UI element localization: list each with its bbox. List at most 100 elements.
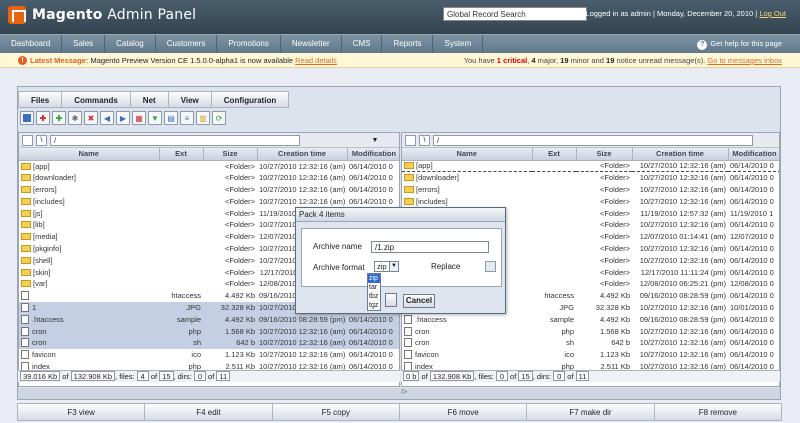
table-row[interactable]: cron php 1.568 Kb 10/27/2010 12:32:16 (am) 0… (402, 325, 779, 337)
file-size-cell: 1.123 Kb (599, 350, 630, 360)
root-dir-button[interactable] (22, 134, 33, 146)
parent-dir-button[interactable]: \ (36, 134, 47, 146)
f3-view-button[interactable]: F3 view (17, 403, 146, 421)
left-path-input[interactable]: / (50, 134, 300, 146)
table-row[interactable]: cron sh 642 b 10/27/2010 12:32:16 (am) 06/14… (19, 336, 399, 349)
parent-dir-button[interactable]: \ (419, 134, 430, 146)
archive-name-input[interactable]: /1.zip (371, 241, 489, 253)
file-size-cell: <Folder> (224, 184, 255, 194)
table-row[interactable]: [downloader] <Folder> 10/27/2010 12:32:16 … (19, 172, 399, 184)
f5-copy-button[interactable]: F5 copy (271, 403, 400, 421)
nav-sales[interactable]: Sales (62, 35, 106, 53)
left-path-dropdown-icon[interactable]: ▼ (369, 135, 381, 146)
menu-configuration[interactable]: Configuration (210, 91, 290, 108)
format-option-tbz[interactable]: tbz (368, 292, 380, 301)
forward-icon[interactable]: ▶ (116, 111, 130, 125)
f7-make-dir-button[interactable]: F7 make dir (526, 403, 655, 421)
file-name: [media] (33, 232, 58, 242)
format-option-zip[interactable]: zip (368, 274, 380, 283)
col-ext[interactable]: Ext (159, 148, 204, 161)
file-size-cell: <Folder> (224, 267, 255, 277)
messages-inbox-link[interactable]: Go to messages inbox (707, 56, 782, 65)
nav-promotions[interactable]: Promotions (217, 35, 281, 53)
archive-icon[interactable]: ▤ (164, 111, 178, 125)
creation-time-cell: 12/07/2010 01:14:41 (am) (639, 232, 726, 242)
menu-view[interactable]: View (167, 91, 212, 108)
right-total-files: 15 (518, 371, 533, 381)
back-icon[interactable]: ◀ (100, 111, 114, 125)
table-row[interactable]: [errors] <Folder> 10/27/2010 12:32:16 (am)… (19, 184, 399, 196)
nav-catalog[interactable]: Catalog (105, 35, 156, 53)
menu-files[interactable]: Files (18, 91, 63, 108)
col-creation-time[interactable]: Creation time (257, 148, 348, 161)
col-name[interactable]: Name (19, 148, 160, 161)
root-dir-button[interactable] (405, 134, 416, 146)
list-view-icon[interactable]: ≡ (180, 111, 194, 125)
file-icon (404, 314, 412, 324)
f6-move-button[interactable]: F6 move (398, 403, 528, 421)
creation-time-cell: 10/27/2010 12:32:16 (am) (639, 220, 726, 230)
creation-time-cell: 10/27/2010 12:32:16 (am) (639, 173, 726, 183)
table-row[interactable]: [includes] <Folder> 10/27/2010 12:32:16 (a… (402, 195, 779, 207)
archive-format-select[interactable]: zip ▼ (374, 261, 399, 272)
dialog-title[interactable]: Pack 4 items (296, 208, 505, 222)
ok-button[interactable] (385, 293, 397, 307)
edit-icon[interactable]: ✚ (36, 111, 50, 125)
nav-system[interactable]: System (433, 35, 484, 53)
cancel-button[interactable]: Cancel (403, 294, 435, 308)
settings-icon[interactable]: ✱ (68, 111, 82, 125)
right-path-input[interactable]: / (433, 134, 753, 146)
command-line[interactable] (18, 388, 780, 399)
help-link[interactable]: ? Get help for this page (697, 39, 782, 50)
format-option-tar[interactable]: tar (368, 283, 380, 292)
col-modification[interactable]: Modification (347, 148, 399, 161)
table-row[interactable]: cron php 1.568 Kb 10/27/2010 12:32:16 (am) 0… (19, 325, 399, 337)
delete-icon[interactable]: ✖ (84, 111, 98, 125)
nav-newsletter[interactable]: Newsletter (281, 35, 342, 53)
file-name: [var] (33, 279, 48, 289)
col-name[interactable]: Name (402, 148, 533, 161)
nav-customers[interactable]: Customers (156, 35, 218, 53)
copy-icon[interactable]: ✚ (52, 111, 66, 125)
file-icon (21, 302, 29, 312)
menu-commands[interactable]: Commands (61, 91, 131, 108)
f8-remove-button[interactable]: F8 remove (653, 403, 782, 421)
table-row[interactable]: [includes] <Folder> 10/27/2010 12:32:16 (a… (19, 195, 399, 207)
table-row[interactable]: favicon ico 1.123 Kb 10/27/2010 12:32:16 (a… (19, 349, 399, 361)
download-icon[interactable]: ▼ (148, 111, 162, 125)
refresh-icon[interactable]: ⟳ (212, 111, 226, 125)
view-icon[interactable] (20, 111, 34, 125)
file-ext-cell (532, 231, 576, 243)
modification-time-cell: 11/19/2010 1 (730, 208, 774, 218)
table-row[interactable]: .htaccess sample 4.492 Kb 09/16/2010 08:28:… (19, 313, 399, 326)
table-row[interactable]: [errors] <Folder> 10/27/2010 12:32:16 (am)… (402, 184, 779, 196)
modification-time-cell: 06/14/2010 0 (349, 350, 393, 360)
table-row[interactable]: favicon ico 1.123 Kb 10/27/2010 12:32:16 (a… (402, 349, 779, 361)
global-search-input[interactable] (443, 7, 587, 21)
logout-link[interactable]: Log Out (759, 9, 786, 18)
col-size[interactable]: Size (576, 148, 633, 161)
file-ext-cell: sh (159, 336, 203, 349)
f4-edit-button[interactable]: F4 edit (144, 403, 273, 421)
replace-checkbox[interactable] (485, 261, 496, 272)
table-row[interactable]: [app] <Folder> 10/27/2010 12:32:16 (am) 06/… (402, 159, 779, 173)
major-label: major, (535, 56, 561, 65)
table-row[interactable]: [downloader] <Folder> 10/27/2010 12:32:16 … (402, 172, 779, 184)
menu-net[interactable]: Net (129, 91, 169, 108)
nav-cms[interactable]: CMS (342, 35, 383, 53)
function-key-bar: F3 view F4 edit F5 copy F6 move F7 make … (17, 403, 782, 421)
table-row[interactable]: .htaccess sample 4.492 Kb 09/16/2010 08:28:… (402, 313, 779, 325)
magento-logo[interactable]: Magento Admin Panel (8, 6, 196, 24)
col-creation-time[interactable]: Creation time (632, 148, 729, 161)
table-row[interactable]: [app] <Folder> 10/27/2010 12:32:16 (am) 06/… (19, 160, 399, 172)
table-row[interactable]: cron sh 642 b 10/27/2010 12:32:16 (am) 06/14… (402, 337, 779, 349)
nav-dashboard[interactable]: Dashboard (0, 35, 63, 53)
format-option-tgz[interactable]: tgz (368, 301, 380, 310)
read-details-link[interactable]: Read details (295, 56, 337, 65)
col-modification[interactable]: Modification (728, 148, 779, 161)
col-ext[interactable]: Ext (532, 148, 577, 161)
col-size[interactable]: Size (203, 148, 258, 161)
nav-reports[interactable]: Reports (382, 35, 434, 53)
tree-view-icon[interactable]: ▥ (196, 111, 210, 125)
compare-icon[interactable]: ▦ (132, 111, 146, 125)
